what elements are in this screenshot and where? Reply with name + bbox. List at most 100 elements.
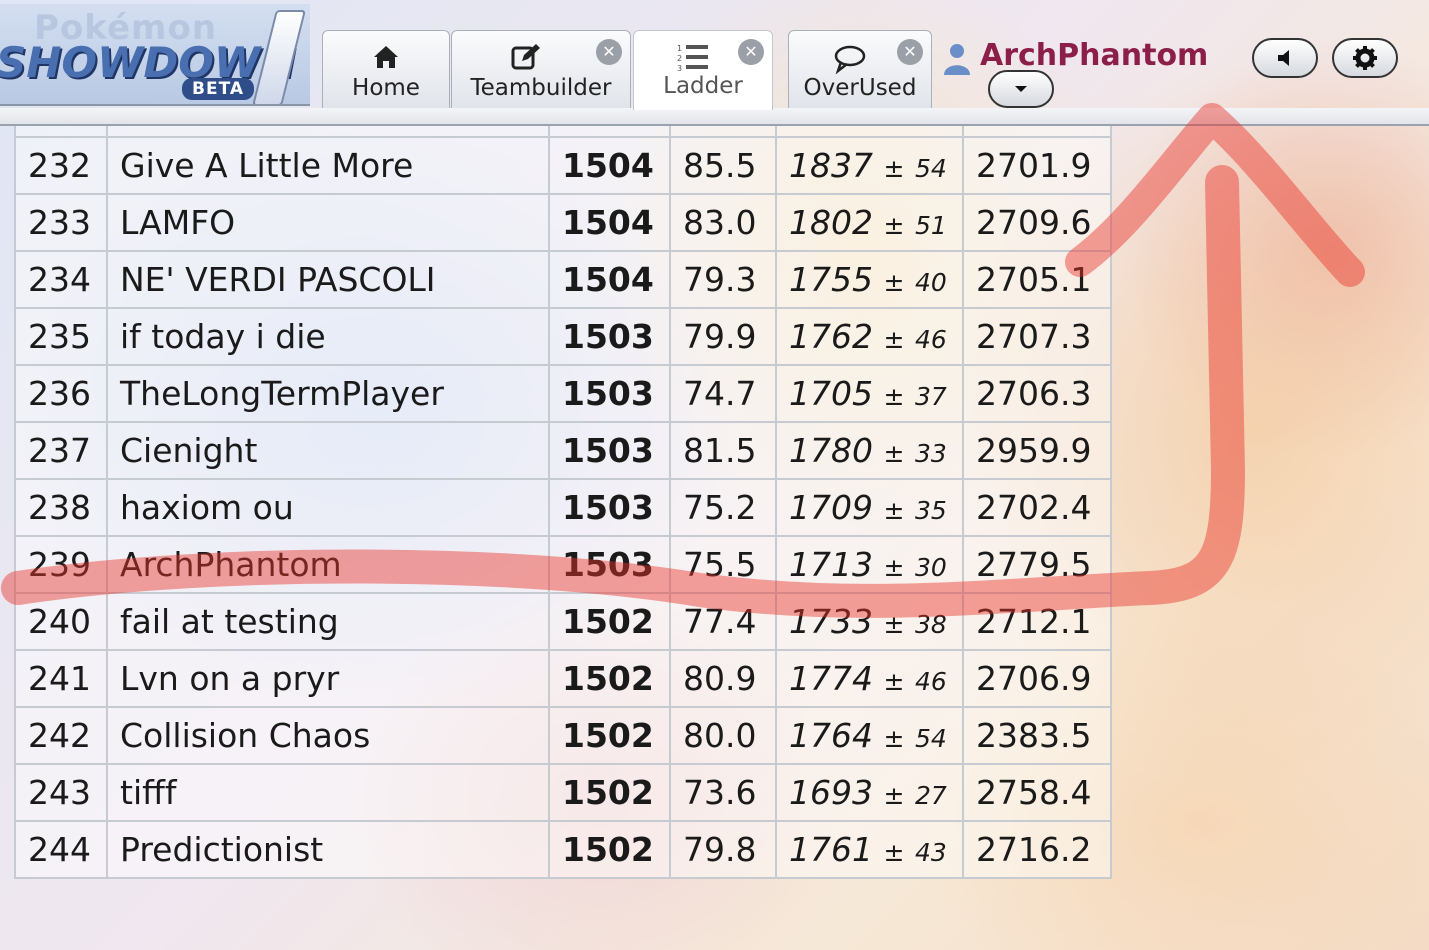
header-divider (0, 108, 1429, 126)
svg-text:3: 3 (677, 64, 682, 72)
ladder-row: 240 fail at testing 1502 77.4 1733 ± 38 2712.… (14, 592, 1112, 651)
sound-button[interactable] (1252, 38, 1318, 78)
ladder-coil-cell: 2716.2 (962, 820, 1112, 879)
ladder-glicko-deviation: 37 (914, 382, 947, 411)
ladder-glicko-rating: 1802 (789, 203, 873, 242)
ladder-elo-cell: 1504 (548, 193, 671, 252)
ladder-glicko-cell: 1802 ± 51 (775, 193, 964, 252)
ladder-glicko-cell: 1705 ± 37 (775, 364, 964, 423)
ladder-username-cell[interactable]: Predictionist (106, 820, 550, 879)
ladder-row: 243 tifff 1502 73.6 1693 ± 27 2758.4 (14, 763, 1112, 822)
ladder-row: 244 Predictionist 1502 79.8 1761 ± 43 2716.2 (14, 820, 1112, 879)
settings-button[interactable] (1332, 38, 1398, 78)
ladder-elo-cell: 1502 (548, 706, 671, 765)
ladder-rank-cell: 232 (14, 136, 108, 195)
tab-home-label: Home (352, 75, 420, 101)
user-menu-button[interactable] (988, 70, 1054, 108)
tab-overused[interactable]: ✕ OverUsed (788, 30, 932, 108)
gear-icon (1353, 46, 1377, 70)
ladder-row: 236 TheLongTermPlayer 1503 74.7 1705 ± 37 270… (14, 364, 1112, 423)
ladder-rank-cell: 238 (14, 478, 108, 537)
tab-teambuilder[interactable]: ✕ Teambuilder (451, 30, 631, 108)
ladder-glicko-plusminus: ± (883, 496, 905, 525)
ladder-glicko-rating: 1780 (789, 431, 873, 470)
ladder-elo-cell: 1503 (548, 535, 671, 594)
ladder-glicko-cell: 1733 ± 38 (775, 592, 964, 651)
ladder-username-cell[interactable]: Lvn on a pryr (106, 649, 550, 708)
ladder-glicko-cell: 1713 ± 30 (775, 535, 964, 594)
ladder-coil-cell: 2709.6 (962, 193, 1112, 252)
ladder-glicko-plusminus: ± (883, 439, 905, 468)
ladder-glicko-cell: 1755 ± 40 (775, 250, 964, 309)
ladder-rank-cell: 236 (14, 364, 108, 423)
ladder-glicko-deviation: 40 (914, 268, 947, 297)
tab-ladder-close-icon[interactable]: ✕ (738, 39, 764, 65)
tab-overused-close-icon[interactable]: ✕ (897, 39, 923, 65)
ladder-gxe-cell: 80.0 (669, 706, 777, 765)
ladder-elo-cell: 1502 (548, 649, 671, 708)
ladder-glicko-plusminus: ± (883, 382, 905, 411)
tab-ladder[interactable]: 1 2 3 ✕ Ladder (633, 30, 773, 110)
ladder-username-cell[interactable]: fail at testing (106, 592, 550, 651)
ladder-glicko-deviation: 54 (914, 154, 947, 183)
ladder-glicko-rating: 1705 (789, 374, 873, 413)
ladder-table-body: 232 Give A Little More 1504 85.5 1837 ± 54 27… (14, 124, 1112, 879)
ladder-username-cell[interactable]: Cienight (106, 421, 550, 480)
ladder-elo-cell: 1502 (548, 592, 671, 651)
ladder-coil-cell: 2758.4 (962, 763, 1112, 822)
ladder-gxe-cell: 79.9 (669, 307, 777, 366)
sound-icon (1278, 50, 1289, 66)
tab-ladder-label: Ladder (663, 73, 743, 99)
ladder-glicko-rating: 1709 (789, 488, 873, 527)
ladder-elo-cell: 1503 (548, 307, 671, 366)
ladder-glicko-deviation: 43 (914, 838, 947, 867)
ladder-glicko-cell: 1764 ± 54 (775, 706, 964, 765)
ladder-row: 239 ArchPhantom 1503 75.5 1713 ± 30 2779.5 (14, 535, 1112, 594)
ladder-glicko-plusminus: ± (883, 724, 905, 753)
ladder-glicko-plusminus: ± (883, 610, 905, 639)
tab-overused-label: OverUsed (803, 75, 917, 101)
ladder-rank-cell: 233 (14, 193, 108, 252)
ladder-elo-cell: 1503 (548, 478, 671, 537)
ladder-row: 237 Cienight 1503 81.5 1780 ± 33 2959.9 (14, 421, 1112, 480)
ladder-elo-cell: 1504 (548, 250, 671, 309)
ladder-username-cell[interactable]: Collision Chaos (106, 706, 550, 765)
ladder-username-cell[interactable]: if today i die (106, 307, 550, 366)
ladder-glicko-plusminus: ± (883, 838, 905, 867)
ladder-username-cell[interactable]: haxiom ou (106, 478, 550, 537)
ladder-rank-cell: 239 (14, 535, 108, 594)
ladder-gxe-cell: 83.0 (669, 193, 777, 252)
ladder-glicko-deviation: 38 (914, 610, 947, 639)
ladder-gxe-cell: 73.6 (669, 763, 777, 822)
ladder-row: 234 NE' VERDI PASCOLI 1504 79.3 1755 ± 40 270… (14, 250, 1112, 309)
ladder-gxe-cell: 85.5 (669, 136, 777, 195)
ladder-glicko-deviation: 35 (914, 496, 947, 525)
username-label[interactable]: ArchPhantom (980, 38, 1208, 73)
ladder-coil-cell: 2712.1 (962, 592, 1112, 651)
ladder-glicko-deviation: 30 (914, 553, 947, 582)
ladder-username-cell[interactable]: ArchPhantom (106, 535, 550, 594)
ladder-glicko-cell: 1774 ± 46 (775, 649, 964, 708)
ladder-glicko-deviation: 46 (914, 667, 947, 696)
ladder-coil-cell: 2706.3 (962, 364, 1112, 423)
ladder-elo-cell: 1502 (548, 820, 671, 879)
ladder-rank-cell: 244 (14, 820, 108, 879)
ladder-gxe-cell: 75.5 (669, 535, 777, 594)
ladder-glicko-rating: 1755 (789, 260, 873, 299)
ladder-table: 232 Give A Little More 1504 85.5 1837 ± 54 27… (14, 124, 1112, 879)
ladder-username-cell[interactable]: NE' VERDI PASCOLI (106, 250, 550, 309)
ladder-username-cell[interactable]: LAMFO (106, 193, 550, 252)
ladder-glicko-cell: 1780 ± 33 (775, 421, 964, 480)
ladder-top-spacer-row (14, 124, 1112, 138)
pokemon-showdown-logo[interactable]: Pokémon SHOWDOWN BETA (0, 4, 310, 106)
ladder-elo-cell: 1503 (548, 364, 671, 423)
ladder-glicko-plusminus: ± (883, 781, 905, 810)
ladder-glicko-rating: 1837 (789, 146, 873, 185)
user-icon[interactable] (942, 42, 972, 76)
svg-text:2: 2 (677, 54, 682, 63)
ladder-rank-cell: 234 (14, 250, 108, 309)
ladder-username-cell[interactable]: TheLongTermPlayer (106, 364, 550, 423)
header-bar: Pokémon SHOWDOWN BETA Home ✕ Teambuilder… (0, 0, 1429, 126)
ladder-username-cell[interactable]: Give A Little More (106, 136, 550, 195)
ladder-username-cell[interactable]: tifff (106, 763, 550, 822)
